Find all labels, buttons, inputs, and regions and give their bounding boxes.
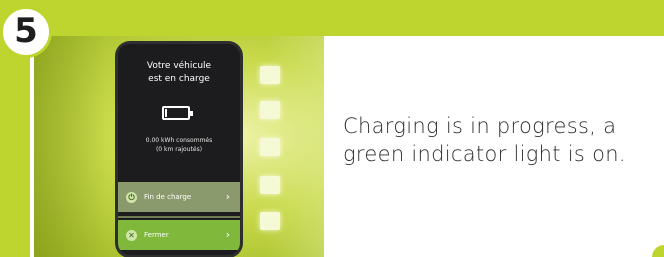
divider (118, 216, 240, 218)
battery-level-fill (165, 109, 167, 117)
indicator-light (260, 66, 280, 84)
step-number-badge: 5 (0, 6, 52, 58)
close-label: Fermer (144, 231, 169, 239)
battery-icon (162, 106, 193, 120)
indicator-light (260, 138, 280, 156)
close-button[interactable]: ✕ Fermer › (118, 220, 240, 250)
range-added: (0 km rajoutés) (155, 146, 203, 153)
step-caption: Charging is in progress, a green indicat… (343, 114, 626, 166)
end-charge-button[interactable]: ⏻ Fin de charge › (118, 182, 240, 212)
chevron-right-icon: › (225, 228, 230, 241)
charger-photo: Votre véhicule est en charge 0.00 kWh co… (34, 36, 324, 257)
end-charge-label: Fin de charge (144, 193, 192, 201)
power-icon: ⏻ (126, 191, 137, 203)
indicator-light (260, 176, 280, 194)
close-icon: ✕ (126, 229, 137, 241)
energy-consumed: 0.00 kWh consommés (145, 137, 213, 144)
screen-title: Votre véhicule est en charge (118, 60, 240, 86)
indicator-light (260, 101, 280, 119)
screen-title-line1: Votre véhicule (146, 61, 212, 71)
screen-title-line2: est en charge (148, 74, 210, 84)
indicator-light (260, 212, 280, 230)
energy-readout: 0.00 kWh consommés (0 km rajoutés) (118, 136, 240, 154)
chevron-right-icon: › (225, 190, 230, 203)
charger-screen: Votre véhicule est en charge 0.00 kWh co… (118, 44, 240, 255)
